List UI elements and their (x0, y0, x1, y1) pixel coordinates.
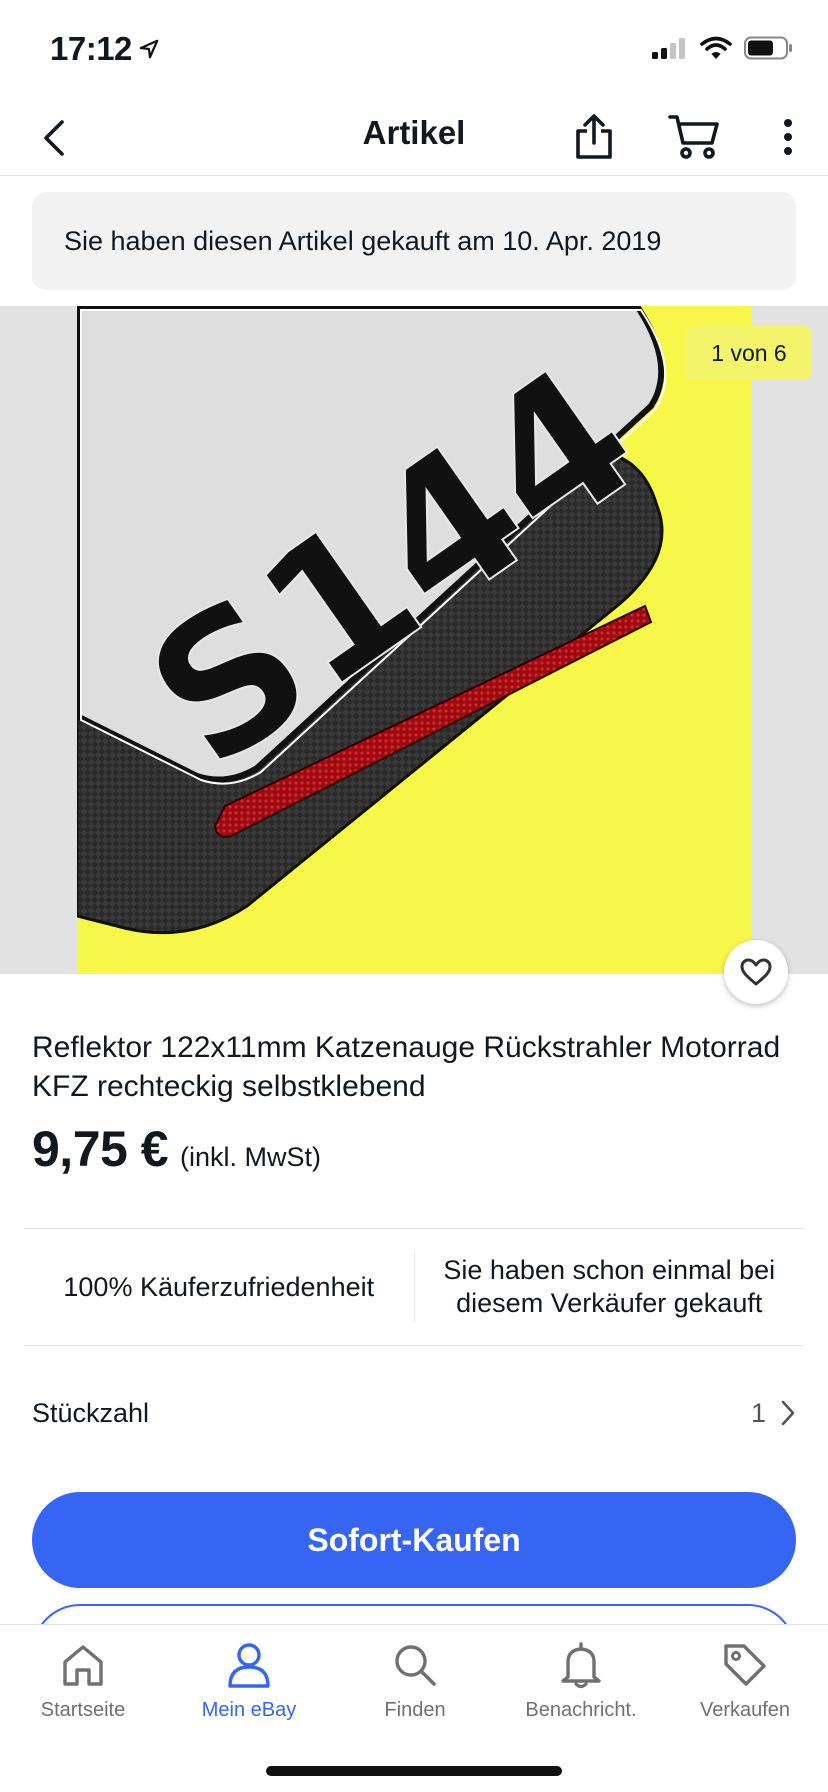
quantity-value: 1 (750, 1397, 766, 1428)
more-options-button[interactable] (768, 106, 808, 168)
home-icon (57, 1639, 109, 1691)
status-time-text: 17:12 (50, 30, 132, 67)
price-row: 9,75 € (inkl. MwSt) (32, 1120, 321, 1178)
tab-label: Finden (384, 1699, 446, 1721)
tab-notifications[interactable]: Benachricht. (498, 1639, 664, 1739)
tab-sell[interactable]: Verkaufen (662, 1639, 828, 1739)
more-vertical-icon (784, 119, 792, 155)
quantity-label: Stückzahl (32, 1397, 150, 1428)
cellular-signal-icon (652, 38, 685, 59)
product-image[interactable]: S144 (77, 306, 751, 974)
location-arrow-icon (139, 39, 159, 59)
tab-label: Mein eBay (201, 1699, 297, 1721)
tab-label: Startseite (40, 1699, 126, 1721)
seller-previous-purchase: Sie haben schon einmal bei diesem Verkäu… (443, 1255, 776, 1318)
heart-icon (740, 958, 772, 986)
cart-button[interactable] (664, 106, 724, 168)
seller-info: 100% Käuferzufriedenheit Sie haben schon… (24, 1228, 804, 1346)
item-price: 9,75 € (32, 1121, 169, 1177)
quantity-selector[interactable]: Stückzahl 1 (32, 1378, 796, 1448)
wifi-icon (700, 36, 732, 59)
bell-icon (555, 1639, 607, 1691)
profile-icon (223, 1639, 275, 1691)
tag-icon (719, 1639, 771, 1691)
nav-bar: Artikel (0, 100, 828, 176)
battery-icon (744, 36, 792, 60)
image-counter: 1 von 6 (686, 326, 812, 380)
tab-search[interactable]: Finden (332, 1639, 498, 1739)
image-gallery[interactable]: S144 1 von 6 (0, 306, 828, 974)
purchase-notice: Sie haben diesen Artikel gekauft am 10. … (32, 192, 796, 290)
home-indicator (266, 1766, 562, 1776)
search-icon (389, 1639, 441, 1691)
cart-icon (668, 115, 719, 159)
buy-now-button[interactable]: Sofort-Kaufen (32, 1492, 796, 1588)
tab-my-ebay[interactable]: Mein eBay (166, 1639, 332, 1739)
status-indicators (652, 36, 794, 60)
status-time: 17:12 (50, 30, 160, 68)
chevron-right-icon (781, 1400, 795, 1426)
tab-label: Benachricht. (525, 1699, 637, 1721)
item-title: Reflektor 122x11mm Katzenauge Rückstrahl… (32, 1031, 781, 1103)
price-tax-note: (inkl. MwSt) (180, 1142, 322, 1172)
status-bar: 17:12 (0, 0, 828, 100)
share-icon (576, 114, 612, 159)
seller-satisfaction: 100% Käuferzufriedenheit (63, 1271, 375, 1302)
tab-home[interactable]: Startseite (0, 1639, 166, 1739)
tab-label: Verkaufen (699, 1699, 791, 1721)
share-button[interactable] (566, 106, 622, 168)
watch-button[interactable] (724, 940, 788, 1004)
quantity-value-group: 1 (751, 1398, 796, 1429)
